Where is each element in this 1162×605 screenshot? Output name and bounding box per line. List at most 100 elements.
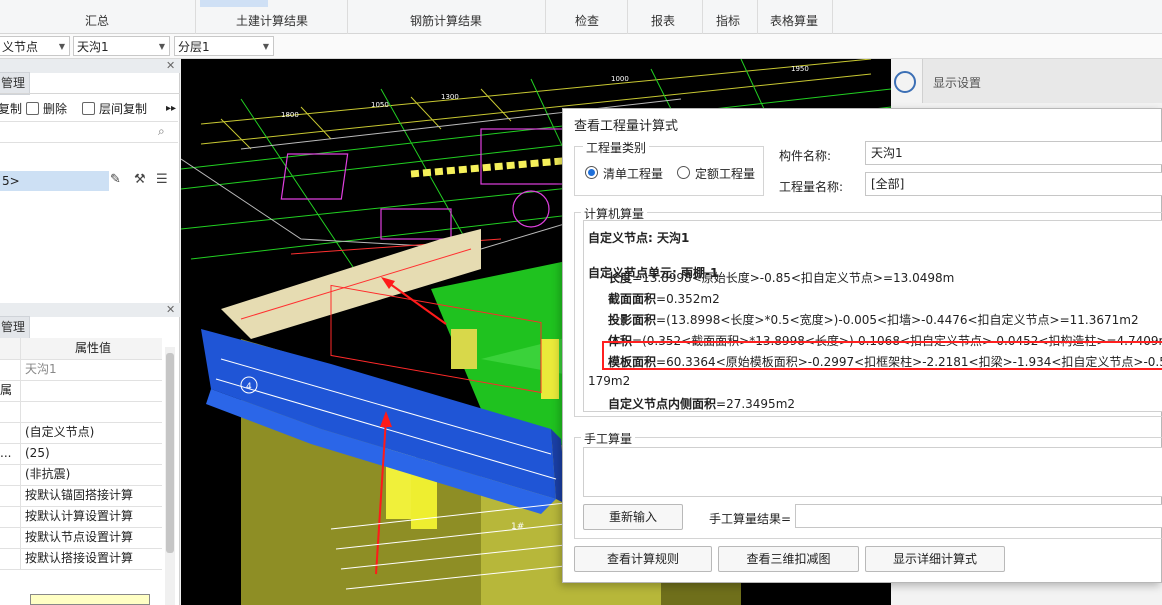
show-detail-formula-button[interactable]: 显示详细计算式 bbox=[865, 546, 1005, 572]
prop-value: 按默认锚固搭接计算 bbox=[25, 488, 134, 502]
panel-header bbox=[0, 59, 180, 73]
cad-dim-label: 1000 bbox=[611, 75, 629, 83]
props-scrollbar[interactable] bbox=[165, 347, 175, 605]
tab-table-quantity[interactable]: 表格算量 bbox=[770, 12, 818, 29]
qty-name-field[interactable]: [全部] bbox=[865, 172, 1162, 196]
tab-check[interactable]: 检查 bbox=[575, 12, 599, 29]
prop-name bbox=[0, 422, 21, 443]
edit-icon[interactable]: ✎ bbox=[110, 172, 121, 187]
settings-icon[interactable]: ☰ bbox=[156, 172, 168, 187]
calc-line-value: 179m2 bbox=[588, 374, 631, 388]
calc-formula-text[interactable]: 自定义节点: 天沟1 自定义节点单元: 雨棚-1 长度=13.8998<原始长度… bbox=[583, 220, 1162, 412]
tab-civil-results[interactable]: 土建计算结果 bbox=[236, 12, 308, 29]
prop-name bbox=[0, 527, 21, 548]
prop-name bbox=[0, 548, 21, 569]
prop-row[interactable]: 按默认计算设置计算 bbox=[0, 506, 162, 528]
tab-summary[interactable]: 汇总 bbox=[85, 12, 109, 29]
prop-row[interactable] bbox=[0, 401, 162, 423]
more-icon[interactable]: ▸▸ bbox=[166, 101, 176, 117]
ribbon-active-indicator bbox=[200, 0, 268, 7]
prop-name: ... bbox=[0, 443, 21, 464]
manual-result-label: 手工算量结果= bbox=[709, 512, 792, 526]
calc-line-value: =0.352m2 bbox=[656, 292, 720, 306]
type-select-value: 义节点 bbox=[2, 40, 39, 54]
prop-value: 按默认搭接设置计算 bbox=[25, 551, 134, 565]
manual-calc-input[interactable] bbox=[583, 447, 1162, 497]
tab-indicator[interactable]: 指标 bbox=[716, 12, 740, 29]
selector-row: 义节点 ▼ 天沟1 ▼ 分层1 ▼ bbox=[0, 34, 1162, 59]
props-panel-header bbox=[0, 303, 180, 317]
floor-select-value: 分层1 bbox=[178, 40, 210, 54]
cad-axis-label: 4 bbox=[246, 382, 252, 392]
color-swatch[interactable] bbox=[30, 594, 150, 605]
calc-line-label: 长度 bbox=[608, 271, 633, 285]
highlight-box bbox=[602, 341, 1162, 370]
calc-line: 截面面积=0.352m2 bbox=[608, 290, 720, 307]
qty-type-group-label: 工程量类别 bbox=[583, 139, 650, 156]
component-select-value: 天沟1 bbox=[77, 40, 109, 54]
prop-row[interactable]: ... (25) bbox=[0, 443, 162, 465]
search-box[interactable]: ⌕ bbox=[0, 121, 178, 143]
cad-note-label: 1# bbox=[511, 522, 524, 532]
dialog-title: 查看工程量计算式 bbox=[574, 119, 679, 134]
tree-item-selected[interactable]: 5> bbox=[0, 171, 109, 191]
props-tab[interactable]: 管理 bbox=[0, 316, 30, 339]
prop-name bbox=[0, 359, 21, 380]
calc-line-value: =27.3495m2 bbox=[716, 397, 796, 411]
type-select[interactable]: 义节点 ▼ bbox=[0, 36, 70, 56]
component-name-field[interactable]: 天沟1 bbox=[865, 141, 1162, 165]
view-calc-rules-button[interactable]: 查看计算规则 bbox=[574, 546, 712, 572]
cad-dim-label: 1050 bbox=[371, 101, 389, 109]
close-icon[interactable]: ✕ bbox=[166, 303, 175, 316]
copy-icon bbox=[82, 102, 95, 115]
tab-rebar-results[interactable]: 钢筋计算结果 bbox=[410, 12, 482, 29]
calc-line-label: 截面面积 bbox=[608, 292, 657, 306]
component-name-label: 构件名称: bbox=[779, 149, 832, 163]
copy-button[interactable]: 复制 bbox=[0, 101, 22, 117]
prop-name bbox=[0, 464, 21, 485]
manual-result-field[interactable] bbox=[795, 504, 1162, 528]
prop-row[interactable]: 按默认搭接设置计算 bbox=[0, 548, 162, 570]
floor-select[interactable]: 分层1 ▼ bbox=[174, 36, 274, 56]
component-select[interactable]: 天沟1 ▼ bbox=[73, 36, 170, 56]
calc-line-value: =13.8998<原始长度>-0.85<扣自定义节点>=13.0498m bbox=[632, 271, 955, 285]
prop-row[interactable]: 按默认锚固搭接计算 bbox=[0, 485, 162, 507]
floor-copy-button[interactable]: 层间复制 bbox=[82, 101, 147, 117]
tab-report[interactable]: 报表 bbox=[651, 12, 675, 29]
chevron-down-icon: ▼ bbox=[58, 42, 65, 51]
qty-name-label: 工程量名称: bbox=[779, 180, 844, 194]
component-list-tab[interactable]: 管理 bbox=[0, 72, 30, 95]
prop-row[interactable]: 按默认节点设置计算 bbox=[0, 527, 162, 549]
view-3d-deduct-button[interactable]: 查看三维扣减图 bbox=[718, 546, 859, 572]
delete-button[interactable]: 删除 bbox=[26, 101, 67, 117]
floor-copy-label: 层间复制 bbox=[99, 102, 148, 116]
display-settings-title: 显示设置 bbox=[933, 76, 982, 90]
view-orbit-icon[interactable] bbox=[894, 71, 916, 93]
tool-icon[interactable]: ⚒ bbox=[134, 172, 146, 187]
prop-name: 属性 bbox=[0, 380, 21, 401]
prop-name bbox=[0, 506, 21, 527]
radio-quota-qty-label: 定额工程量 bbox=[695, 167, 756, 181]
calc-formula-dialog: 查看工程量计算式 工程量类别 清单工程量 定额工程量 构件名称: 天沟1 工程量… bbox=[562, 108, 1162, 583]
left-panel: ✕ 管理 复制 删除 层间复制 ▸▸ ⌕ 5> ✎ ⚒ ☰ ✕ 管理 属性值 天… bbox=[0, 59, 180, 605]
radio-quota-qty[interactable] bbox=[677, 166, 690, 179]
calc-line: 179m2 bbox=[588, 374, 630, 388]
prop-row[interactable]: 天沟1 bbox=[0, 359, 162, 381]
manual-calc-group-label: 手工算量 bbox=[581, 430, 636, 447]
chevron-down-icon: ▼ bbox=[158, 42, 165, 51]
prop-row[interactable]: (自定义节点) bbox=[0, 422, 162, 444]
prop-name bbox=[0, 401, 21, 422]
calc-line: 自定义节点内侧面积=27.3495m2 bbox=[608, 395, 796, 411]
prop-value: 按默认计算设置计算 bbox=[25, 509, 134, 523]
close-icon[interactable]: ✕ bbox=[166, 59, 175, 72]
trash-icon bbox=[26, 102, 39, 115]
prop-value: 按默认节点设置计算 bbox=[25, 530, 134, 544]
reinput-button[interactable]: 重新输入 bbox=[583, 504, 683, 530]
cad-dim-label: 1950 bbox=[791, 65, 809, 73]
prop-row[interactable]: 属性 bbox=[0, 380, 162, 402]
prop-row[interactable]: (非抗震) bbox=[0, 464, 162, 486]
radio-list-qty-label: 清单工程量 bbox=[603, 167, 664, 181]
prop-value: (25) bbox=[25, 446, 50, 460]
radio-list-qty[interactable] bbox=[585, 166, 598, 179]
search-icon: ⌕ bbox=[158, 124, 165, 138]
